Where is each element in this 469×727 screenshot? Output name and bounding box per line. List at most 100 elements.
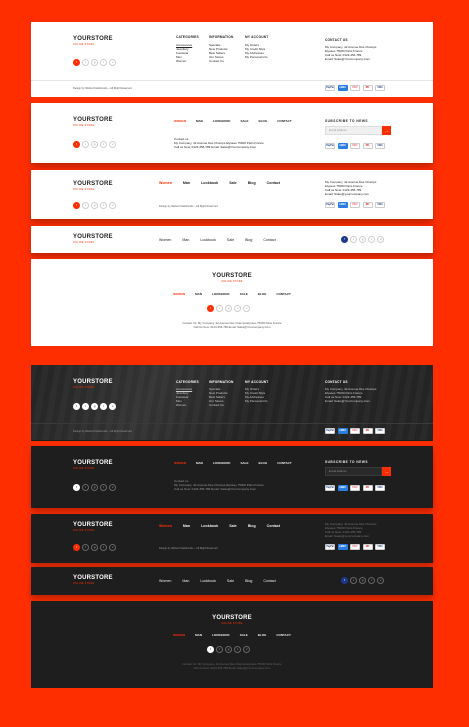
subscribe-button[interactable]: → [382,126,391,135]
nav-contact[interactable]: Contact [263,238,275,242]
nav-man[interactable]: MAN [196,119,203,123]
nav-blog[interactable]: Blog [245,579,252,583]
tumblr-icon[interactable]: t [368,577,376,584]
nav-woman[interactable]: WOMAN [173,292,185,296]
facebook-icon[interactable]: f [73,141,80,148]
nav-sale[interactable]: SALE [241,119,249,123]
nav-lookbook[interactable]: LOOKBOOK [213,461,231,465]
nav-sale[interactable]: Sale [229,181,236,185]
tumblr-icon[interactable]: t [100,403,108,410]
google-plus-icon[interactable]: g [359,577,366,584]
facebook-icon[interactable]: f [207,305,214,312]
google-plus-icon[interactable]: g [91,202,98,209]
nav-contact[interactable]: CONTACT [277,119,291,123]
twitter-icon[interactable]: t [82,403,89,410]
tumblr-icon[interactable]: t [234,305,242,312]
vk-icon[interactable]: v [109,202,117,209]
facebook-icon[interactable]: f [73,59,80,66]
vk-icon[interactable]: v [109,544,117,551]
nav-lookbook[interactable]: Lookbook [200,238,216,242]
facebook-icon[interactable]: f [341,577,348,584]
nav-blog[interactable]: Blog [248,524,256,528]
nav-lookbook[interactable]: LOOKBOOK [212,633,230,637]
nav-man[interactable]: Man [183,524,190,528]
nav-women[interactable]: Women [159,524,172,528]
brand-logo[interactable]: YOURSTORE ONLINE STORE [31,273,433,283]
tumblr-icon[interactable]: t [100,59,108,66]
brand-logo[interactable]: YOURSTORE ONLINE STORE [73,522,113,532]
nav-blog[interactable]: Blog [248,181,256,185]
nav-woman[interactable]: WOMAN [173,633,185,637]
twitter-icon[interactable]: t [82,484,89,491]
brand-logo[interactable]: YOURSTORE ONLINE STORE [73,181,113,191]
link-women[interactable]: Women [176,403,192,407]
google-plus-icon[interactable]: g [225,305,232,312]
facebook-icon[interactable]: f [73,484,80,491]
twitter-icon[interactable]: t [216,646,223,653]
nav-blog[interactable]: BLOG [258,292,267,296]
nav-lookbook[interactable]: Lookbook [201,524,218,528]
nav-blog[interactable]: BLOG [259,119,268,123]
google-plus-icon[interactable]: g [91,59,98,66]
tumblr-icon[interactable]: t [100,202,108,209]
tumblr-icon[interactable]: t [100,141,108,148]
nav-man[interactable]: Man [182,579,189,583]
nav-contact[interactable]: Contact [267,524,280,528]
nav-sale[interactable]: SALE [240,633,248,637]
nav-sale[interactable]: SALE [240,292,248,296]
nav-woman[interactable]: WOMAN [174,119,186,123]
twitter-icon[interactable]: t [82,544,89,551]
brand-logo[interactable]: YOURSTORE ONLINE STORE [73,234,113,244]
facebook-icon[interactable]: f [341,236,348,243]
facebook-icon[interactable]: f [73,544,80,551]
vk-icon[interactable]: v [243,305,251,312]
nav-contact[interactable]: CONTACT [276,292,290,296]
google-plus-icon[interactable]: g [225,646,232,653]
google-plus-icon[interactable]: g [91,544,98,551]
nav-man[interactable]: Man [182,238,189,242]
twitter-icon[interactable]: t [82,202,89,209]
email-input[interactable]: Email address [325,467,382,476]
google-plus-icon[interactable]: g [91,403,98,410]
nav-man[interactable]: MAN [195,292,202,296]
tumblr-icon[interactable]: t [100,544,108,551]
nav-lookbook[interactable]: LOOKBOOK [212,292,230,296]
facebook-icon[interactable]: f [207,646,214,653]
twitter-icon[interactable]: t [350,236,357,243]
nav-women[interactable]: Women [159,579,171,583]
link-contact-us[interactable]: Contact Us [209,403,228,407]
twitter-icon[interactable]: t [82,59,89,66]
nav-blog[interactable]: BLOG [259,461,268,465]
link-my-personal-info[interactable]: My Personal Info [245,55,268,59]
vk-icon[interactable]: v [377,577,385,584]
vk-icon[interactable]: v [109,403,117,410]
nav-women[interactable]: Women [159,181,172,185]
facebook-icon[interactable]: f [73,403,80,410]
tumblr-icon[interactable]: t [368,236,376,243]
vk-icon[interactable]: v [243,646,251,653]
nav-lookbook[interactable]: Lookbook [201,181,218,185]
twitter-icon[interactable]: t [216,305,223,312]
vk-icon[interactable]: v [109,484,117,491]
brand-logo[interactable]: YOURSTORE ONLINE STORE [73,379,113,389]
google-plus-icon[interactable]: g [91,141,98,148]
nav-blog[interactable]: Blog [245,238,252,242]
nav-man[interactable]: MAN [195,633,202,637]
link-women[interactable]: Women [176,59,192,63]
subscribe-button[interactable]: → [382,467,391,476]
nav-lookbook[interactable]: Lookbook [200,579,216,583]
tumblr-icon[interactable]: t [100,484,108,491]
google-plus-icon[interactable]: g [91,484,98,491]
facebook-icon[interactable]: f [73,202,80,209]
tumblr-icon[interactable]: t [234,646,242,653]
link-contact-us[interactable]: Contact Us [209,59,228,63]
nav-lookbook[interactable]: LOOKBOOK [213,119,231,123]
nav-contact[interactable]: CONTACT [276,633,290,637]
brand-logo[interactable]: YOURSTORE ONLINE STORE [31,615,433,625]
nav-sale[interactable]: SALE [241,461,249,465]
nav-sale[interactable]: Sale [227,238,234,242]
nav-man[interactable]: Man [183,181,190,185]
nav-contact[interactable]: Contact [263,579,275,583]
nav-man[interactable]: MAN [196,461,203,465]
nav-contact[interactable]: CONTACT [277,461,291,465]
